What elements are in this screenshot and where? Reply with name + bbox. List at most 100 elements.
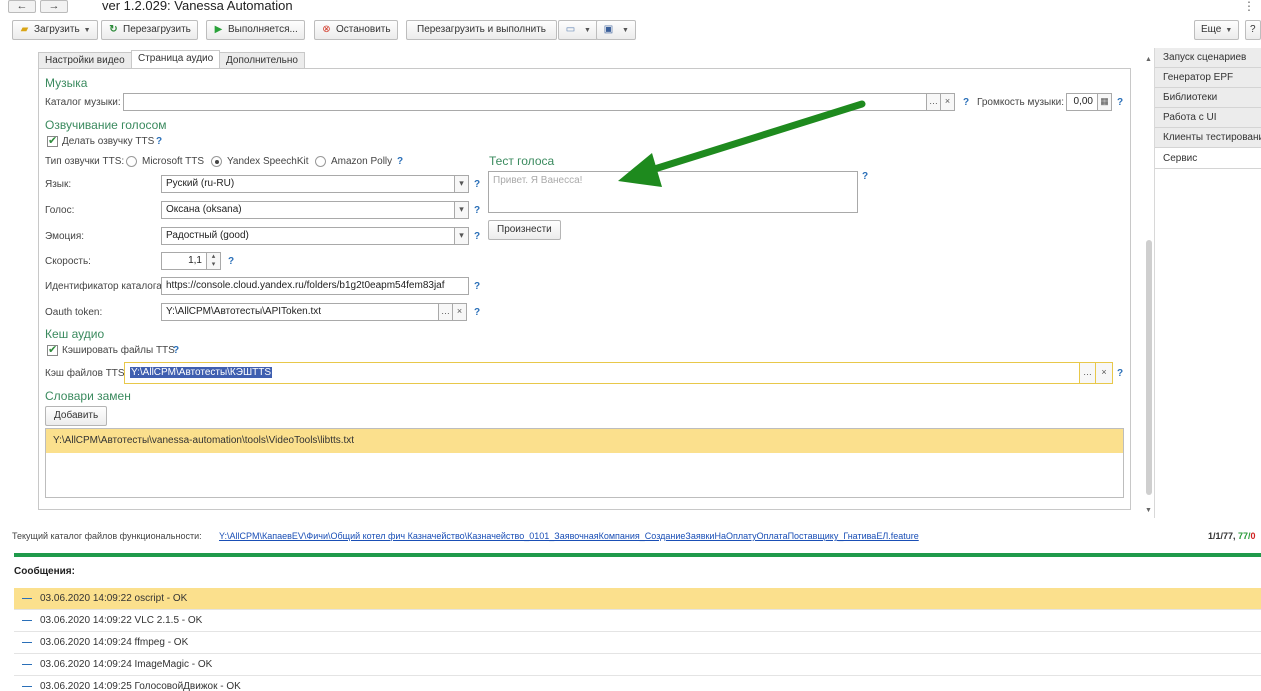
back-arrow-icon[interactable]: ← [8,0,36,13]
spinner-icon[interactable]: ▴ ▾ [207,252,221,270]
refresh-icon: ↻ [109,24,118,35]
messages-title: Сообщения: [14,566,75,577]
more-vertical-icon[interactable]: ⋮ [1243,0,1255,13]
add-dictionary-button[interactable]: Добавить [45,406,108,426]
panel-item-run-scenarios[interactable]: Запуск сценариев [1155,48,1261,68]
tab-video-settings[interactable]: Настройки видео [38,52,132,69]
scroll-up-icon[interactable]: ▲ [1145,56,1152,63]
help-icon[interactable]: ? [173,345,179,356]
scenario-counter: 1/1/77, 77/0 [1208,531,1256,541]
help-icon[interactable]: ? [474,281,480,292]
voice-label: Голос: [45,205,75,216]
more-button[interactable]: Еще ▼ [1194,20,1240,40]
messages-list: — 03.06.2020 14:09:22 oscript - OK — 03.06… [14,588,1261,691]
progress-divider [14,553,1261,557]
clear-icon[interactable]: × [1096,362,1113,384]
layout-button[interactable]: ▭ ▼ [558,20,598,40]
panel-item-service[interactable]: Сервис [1155,149,1261,169]
radio-microsoft-tts[interactable] [126,156,137,170]
tts-type-label: Тип озвучки TTS: [45,156,125,167]
current-dir-link[interactable]: Y:\AllCPM\КапаевEV\Фичи\Общий котел фич … [219,531,919,541]
save-button[interactable]: ▣ ▼ [596,20,636,40]
chevron-down-icon[interactable]: ▾ [455,175,469,193]
message-item[interactable]: — 03.06.2020 14:09:22 VLC 2.1.5 - OK [14,610,1261,632]
browse-icon[interactable]: … [439,303,453,321]
dash-icon: — [22,593,32,604]
emotion-label: Эмоция: [45,231,85,242]
catalog-id-label: Идентификатор каталога: [45,281,165,292]
do-tts-checkbox[interactable] [47,134,58,150]
reload-and-run-button[interactable]: Перезагрузить и выполнить [406,20,557,40]
help-icon[interactable]: ? [474,231,480,242]
chevron-down-icon: ▼ [83,27,91,34]
message-item[interactable]: — 03.06.2020 14:09:24 ffmpeg - OK [14,632,1261,654]
forward-arrow-icon[interactable]: → [40,0,68,13]
tab-audio-page[interactable]: Страница аудио [131,50,221,69]
clear-icon[interactable]: × [453,303,467,321]
panel-item-libraries[interactable]: Библиотеки [1155,88,1261,108]
folder-icon: ▰ [20,24,29,35]
music-volume-label: Громкость музыки: [977,97,1064,108]
load-button[interactable]: ▰ Загрузить ▼ [12,20,98,40]
message-item[interactable]: — 03.06.2020 14:09:25 ГолосовойДвижок - O… [14,676,1261,691]
browse-icon[interactable]: … [1080,362,1096,384]
message-text: 03.06.2020 14:09:24 ffmpeg - OK [40,637,189,648]
panel-item-epf-generator[interactable]: Генератор EPF [1155,68,1261,88]
cache-dir-label: Кэш файлов TTS: [45,368,128,379]
scrollbar-thumb[interactable] [1146,240,1152,495]
catalog-id-input[interactable]: https://console.cloud.yandex.ru/folders/… [161,277,469,295]
radio-amazon-polly[interactable] [315,156,326,170]
speed-input[interactable]: 1,1 [161,252,207,270]
chevron-down-icon[interactable]: ▾ [455,201,469,219]
clear-icon[interactable]: × [941,93,955,111]
help-icon[interactable]: ? [156,136,162,147]
scroll-down-icon[interactable]: ▼ [1145,507,1152,514]
radio-off-icon [315,156,326,167]
oauth-token-label: Oauth token: [45,307,103,318]
music-volume-input[interactable]: 0,00 [1066,93,1098,111]
emotion-select[interactable]: Радостный (good) [161,227,455,245]
cache-section-title: Кеш аудио [45,327,105,341]
help-icon[interactable]: ? [474,179,480,190]
help-icon[interactable]: ? [1117,368,1123,379]
message-text: 03.06.2020 14:09:22 oscript - OK [40,593,188,604]
calculator-icon[interactable]: ▦ [1098,93,1112,111]
cache-files-checkbox[interactable] [47,343,58,359]
help-button[interactable]: ? [1245,20,1261,40]
panel-item-ui-work[interactable]: Работа с UI [1155,108,1261,128]
panel-item-test-clients[interactable]: Клиенты тестирования [1155,128,1261,148]
tab-label: Дополнительно [226,55,298,66]
tab-additional[interactable]: Дополнительно [219,52,305,69]
help-icon[interactable]: ? [397,156,403,167]
run-button[interactable]: ▶ Выполняется... [206,20,305,40]
help-icon[interactable]: ? [474,205,480,216]
message-item[interactable]: — 03.06.2020 14:09:22 oscript - OK [14,588,1261,610]
dash-icon: — [22,681,32,691]
language-select[interactable]: Руский (ru-RU) [161,175,455,193]
cache-dir-input[interactable]: Y:\AllCPM\Автотесты\КЭШТТS [124,362,1080,384]
help-icon[interactable]: ? [1117,97,1123,108]
dictionaries-list: Y:\AllCPM\Автотесты\vanessa-automation\t… [45,428,1124,498]
dash-icon: — [22,659,32,670]
chevron-down-icon[interactable]: ▾ [455,227,469,245]
radio-yandex-speechkit[interactable] [211,156,222,170]
list-item[interactable]: Y:\AllCPM\Автотесты\vanessa-automation\t… [46,429,1123,453]
message-item[interactable]: — 03.06.2020 14:09:24 ImageMagic - OK [14,654,1261,676]
message-text: 03.06.2020 14:09:22 VLC 2.1.5 - OK [40,615,203,626]
oauth-token-input[interactable]: Y:\AllCPM\Автотесты\APIToken.txt [161,303,439,321]
speak-button[interactable]: Произнести [488,220,561,240]
dictionaries-section-title: Словари замен [45,389,131,403]
counter-failed: 0 [1250,531,1256,541]
stop-button[interactable]: ⊗ Остановить [314,20,398,40]
voice-select[interactable]: Оксана (oksana) [161,201,455,219]
current-dir-label: Текущий каталог файлов функциональности: [12,531,202,541]
help-icon[interactable]: ? [228,256,234,267]
reload-button[interactable]: ↻ Перезагрузить [101,20,198,40]
dash-icon: — [22,637,32,648]
counter-total: 1/1/77, [1208,531,1239,541]
reload-and-run-label: Перезагрузить и выполнить [417,24,546,35]
browse-icon[interactable]: … [927,93,941,111]
help-icon[interactable]: ? [963,97,969,108]
help-icon[interactable]: ? [474,307,480,318]
language-label: Язык: [45,179,72,190]
